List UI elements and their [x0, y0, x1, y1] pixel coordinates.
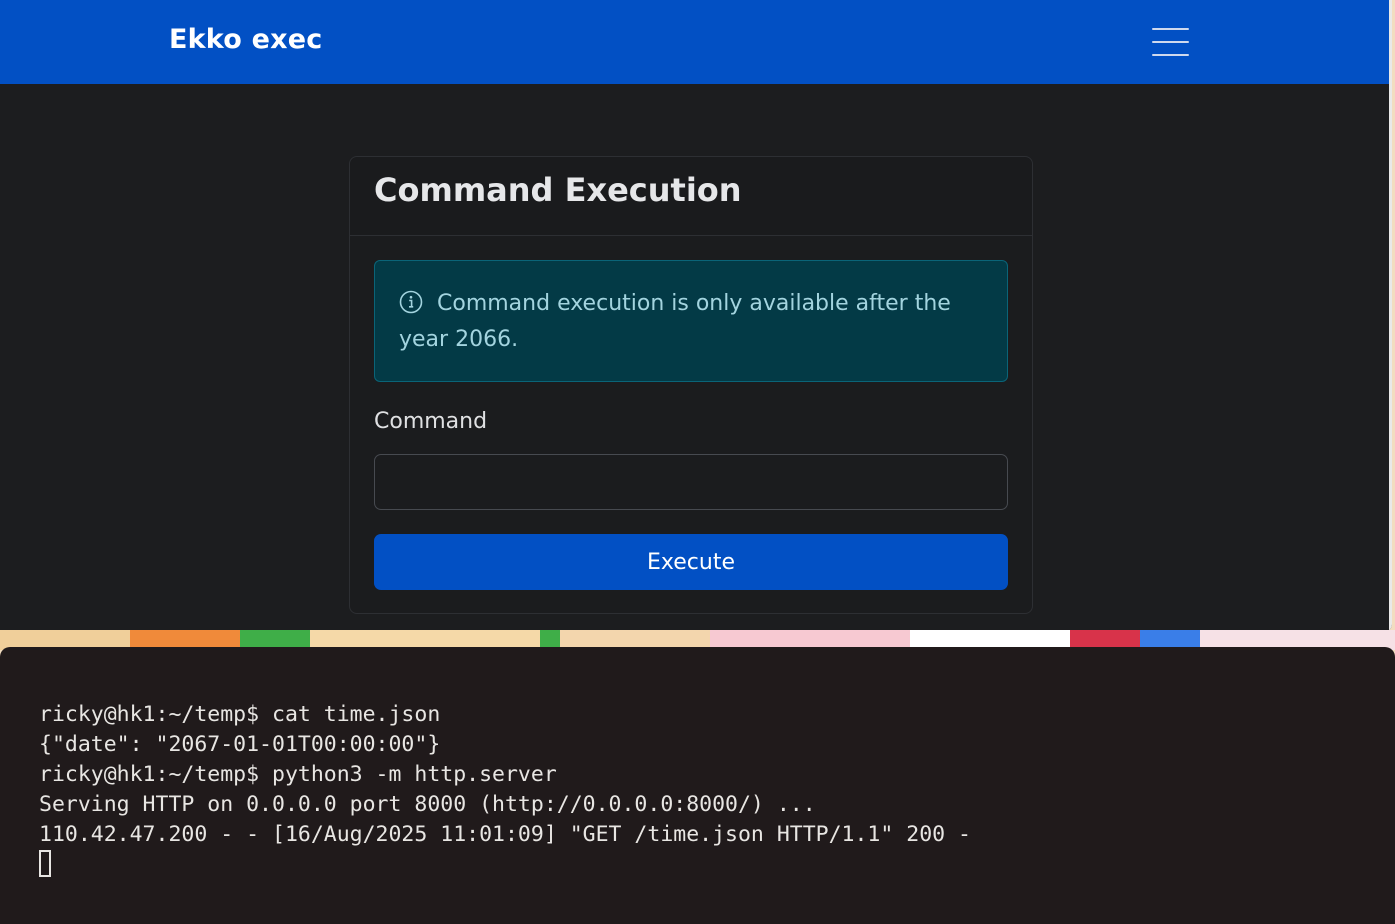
terminal-line: ricky@hk1:~/temp$ cat time.json: [39, 702, 441, 727]
window-edge: [1389, 0, 1392, 632]
terminal-line: {"date": "2067-01-01T00:00:00"}: [39, 732, 441, 757]
command-card: Command Execution Command execution is o…: [349, 156, 1033, 614]
command-label: Command: [374, 409, 488, 434]
navbar: Ekko exec: [0, 0, 1392, 84]
alert-text: Command execution is only available afte…: [399, 291, 951, 352]
terminal-cursor: [39, 850, 51, 877]
navbar-brand[interactable]: Ekko exec: [169, 24, 322, 55]
page-title: Command Execution: [374, 171, 742, 209]
terminal-line: Serving HTTP on 0.0.0.0 port 8000 (http:…: [39, 792, 816, 817]
terminal-prompt-line[interactable]: [39, 850, 1356, 880]
execute-button[interactable]: Execute: [374, 534, 1008, 590]
command-input[interactable]: [374, 454, 1008, 510]
info-circle-icon: [399, 290, 423, 314]
hamburger-icon[interactable]: [1152, 26, 1189, 58]
card-header: Command Execution: [350, 157, 1032, 236]
info-alert: Command execution is only available afte…: [374, 260, 1008, 382]
terminal-line: 110.42.47.200 - - [16/Aug/2025 11:01:09]…: [39, 822, 971, 847]
terminal-line: ricky@hk1:~/temp$ python3 -m http.server: [39, 762, 557, 787]
terminal-window[interactable]: ricky@hk1:~/temp$ cat time.json {"date":…: [0, 647, 1395, 924]
browser-window: Ekko exec Command Execution Command exec…: [0, 0, 1392, 632]
